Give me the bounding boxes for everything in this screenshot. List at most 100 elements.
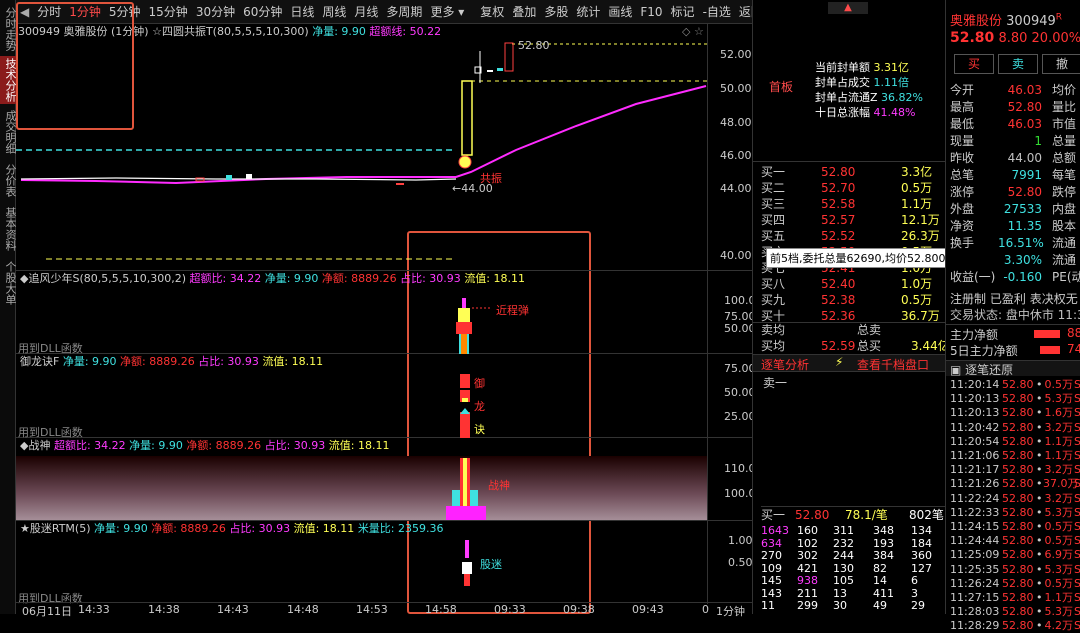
- queue-cell: 29: [911, 599, 925, 612]
- queue-cell: 109: [761, 561, 782, 575]
- chart-controls-icons[interactable]: ◇ ☆: [682, 25, 704, 38]
- queue-cell: 299: [797, 599, 818, 612]
- panel4-signal: [462, 540, 472, 586]
- panel4-title: ★股迷RTM(5): [20, 522, 91, 535]
- panel3-liuzhi: 流值: 18.11: [328, 439, 390, 452]
- queue-cell: 134: [911, 524, 932, 537]
- transaction-row: 11:20:13 52.80 • 5.3万 S: [950, 392, 1080, 406]
- panel3-signal: [446, 458, 486, 520]
- quote-row: 换手 16.51% 流通: [950, 236, 1077, 250]
- period-week[interactable]: 周线: [318, 3, 350, 20]
- panel2-liuzhi: 流值: 18.11: [262, 355, 324, 368]
- bid-row[interactable]: 买九 52.38 0.5万: [761, 292, 946, 308]
- stock-price-row: 52.80 8.80 20.00%: [950, 30, 1080, 46]
- shouban-label: 首板: [769, 80, 794, 94]
- time-tick: 14:53: [356, 603, 388, 616]
- transaction-row: 11:25:35 52.80 • 5.3万 S: [950, 562, 1080, 576]
- period-15min[interactable]: 15分钟: [145, 3, 192, 20]
- tool-draw[interactable]: 画线: [604, 3, 636, 20]
- transaction-row: 11:21:26 52.80 • 37.0万 S: [950, 477, 1080, 491]
- panel4-jinge: 净额: 8889.26: [151, 522, 226, 535]
- bid-row[interactable]: 买四 52.57 12.1万: [761, 212, 946, 228]
- queue-cell: 143: [761, 586, 782, 600]
- queue-cell: 49: [873, 599, 887, 612]
- small-candle-3: [497, 68, 503, 71]
- panel1-footnote: 用到DLL函数: [18, 342, 83, 355]
- time-tick: 14:33: [78, 603, 110, 616]
- queue-cell: 270: [761, 549, 782, 562]
- transaction-row: 11:28:29 52.80 • 4.2万 S: [950, 619, 1080, 633]
- queue-cell: 938: [797, 574, 818, 587]
- nav-tab-basic[interactable]: 基本资料: [0, 204, 17, 254]
- queue-cell: 127: [911, 561, 932, 575]
- transaction-row: 11:20:42 52.80 • 3.2万 S: [950, 420, 1080, 434]
- tool-watchlist[interactable]: -自选: [699, 3, 735, 20]
- buy-avg-row: 买均 52.59 总买 3.44亿: [761, 339, 950, 353]
- nav-tab-bigorder[interactable]: 个股大单: [0, 258, 17, 308]
- trans-collapse-icon[interactable]: ▣: [950, 363, 961, 377]
- queue-cell: 102: [797, 536, 818, 550]
- period-60min[interactable]: 60分钟: [239, 3, 286, 20]
- tool-mark[interactable]: 标记: [667, 3, 699, 20]
- tool-multistock[interactable]: 多股: [540, 3, 572, 20]
- queue-cell: 384: [873, 549, 894, 562]
- period-multi[interactable]: 多周期: [382, 3, 426, 20]
- queue-cell: 3: [911, 586, 918, 600]
- tool-fuquan[interactable]: 复权: [476, 3, 508, 20]
- nav-tab-tech[interactable]: 技术分析: [0, 56, 17, 104]
- panel3-background: [16, 456, 707, 520]
- queue-cell: 360: [911, 549, 932, 562]
- flow-row-1: 主力净额 88: [950, 326, 1080, 342]
- queue-cell: 184: [911, 536, 932, 550]
- transaction-row: 11:21:06 52.80 • 1.1万 S: [950, 449, 1080, 462]
- panel2-jinge: 净额: 8889.26: [120, 355, 195, 368]
- nav-tab-price-table[interactable]: 分价表: [0, 160, 17, 200]
- thousand-level-link[interactable]: 查看千档盘口: [857, 356, 929, 373]
- collapse-up-icon[interactable]: ▲: [828, 2, 868, 14]
- bid-row[interactable]: 买五 52.52 26.3万: [761, 228, 946, 244]
- panel2-char-jue: 诀: [474, 423, 485, 436]
- tool-f10[interactable]: F10: [636, 5, 666, 19]
- queue-cell: 411: [873, 586, 894, 600]
- period-more[interactable]: 更多 ▾: [426, 3, 468, 20]
- avg-price-line: [20, 85, 707, 185]
- tick-analysis-bar: 逐笔分析 ⚡ 查看千档盘口: [753, 354, 946, 372]
- nav-tab-detail[interactable]: 成交明细: [0, 108, 17, 156]
- quote-row: 外盘 27533 内盘: [950, 202, 1077, 216]
- period-month[interactable]: 月线: [350, 3, 382, 20]
- bid-row[interactable]: 买二 52.70 0.5万: [761, 180, 946, 196]
- bid-row[interactable]: 买一 52.80 3.3亿: [761, 164, 946, 180]
- bid-row[interactable]: 买三 52.58 1.1万: [761, 196, 946, 212]
- quote-row: 昨收 44.00 总额: [950, 151, 1077, 165]
- buy-button[interactable]: 买: [954, 54, 994, 74]
- period-30min[interactable]: 30分钟: [192, 3, 239, 20]
- sell-button[interactable]: 卖: [998, 54, 1038, 74]
- transaction-row: 11:21:17 52.80 • 3.2万 S: [950, 463, 1080, 477]
- queue-cell: 634: [761, 536, 782, 550]
- time-tick: 09:33: [494, 603, 526, 616]
- panel3-chaoe: 超额比: 34.22: [53, 439, 126, 452]
- tool-overlay[interactable]: 叠加: [508, 3, 540, 20]
- big-candle: [461, 80, 473, 156]
- flow-row-2: 5日主力净额 74: [950, 342, 1080, 358]
- time-tick-period: 1分钟: [716, 605, 745, 618]
- status-flags: 注册制 已盈利 表决权无: [950, 292, 1078, 306]
- label-bottom-price: ←44.00: [452, 182, 493, 195]
- period-day[interactable]: 日线: [286, 3, 318, 20]
- queue-cell: 311: [833, 524, 854, 537]
- tick-analysis-link[interactable]: 逐笔分析: [761, 356, 809, 373]
- cancel-order-button[interactable]: 撤: [1042, 54, 1080, 74]
- nav-tab-fenshi[interactable]: 分时走势: [0, 4, 17, 54]
- quote-row: 收益(一) -0.160 PE(动: [950, 270, 1080, 284]
- time-tick: 09:43: [632, 603, 664, 616]
- quote-row: 今开 46.03 均价: [950, 83, 1077, 97]
- queue-cell: 1643: [761, 524, 789, 537]
- tool-stats[interactable]: 统计: [572, 3, 604, 20]
- panel3-zhanbi: 占比: 30.93: [264, 439, 326, 452]
- bid-row[interactable]: 买八 52.40 1.0万: [761, 276, 946, 292]
- panel2-title: 御龙诀F: [20, 355, 60, 368]
- panel2-header: 御龙诀F 净量: 9.90 净额: 8889.26 占比: 30.93 流值: …: [20, 355, 323, 369]
- queue-cell: 244: [833, 549, 854, 562]
- time-tick: 14:58: [425, 603, 457, 616]
- queue-cell: 6: [911, 574, 918, 587]
